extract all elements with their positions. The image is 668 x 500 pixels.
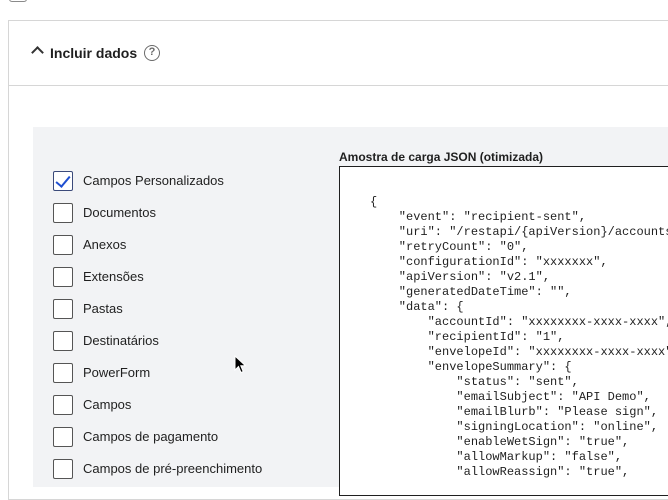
chevron-up-icon[interactable] <box>31 46 44 59</box>
checkbox-label: Documentos <box>83 205 156 220</box>
json-sample-title: Amostra de carga JSON (otimizada) <box>339 150 544 164</box>
checkbox-label: Anexos <box>83 237 127 252</box>
checkbox[interactable] <box>53 459 73 479</box>
checkbox-label: Campos de pagamento <box>83 429 219 444</box>
checkbox[interactable] <box>53 363 73 383</box>
mouse-pointer-icon <box>234 355 247 374</box>
checkbox[interactable] <box>53 299 73 319</box>
checkbox[interactable] <box>53 331 73 351</box>
checkbox-label: Campos Personalizados <box>83 173 224 188</box>
json-sample-box[interactable]: { "event": "recipient-sent", "uri": "/re… <box>339 166 668 496</box>
panel-header[interactable]: Incluir dados ? <box>9 21 668 86</box>
checkbox[interactable] <box>53 267 73 287</box>
checkbox-label: Pastas <box>83 301 123 316</box>
checkbox-label: Campos <box>83 397 132 412</box>
checkbox[interactable] <box>53 395 73 415</box>
checkbox-label: Destinatários <box>83 333 159 348</box>
checkbox[interactable] <box>53 171 73 191</box>
panel-title: Incluir dados <box>50 45 138 61</box>
checkbox-label: Extensões <box>83 269 144 284</box>
help-icon[interactable]: ? <box>144 45 160 61</box>
checkbox-label: PowerForm <box>83 365 151 380</box>
checkbox-label: Campos de pré-preenchimento <box>83 461 263 476</box>
json-sample-code: { "event": "recipient-sent", "uri": "/re… <box>370 195 668 479</box>
content-area: Campos Personalizados Documentos Anexos … <box>33 127 668 496</box>
partial-checkbox[interactable] <box>9 0 27 2</box>
checkbox[interactable] <box>53 235 73 255</box>
checkbox[interactable] <box>53 427 73 447</box>
checkbox[interactable] <box>53 203 73 223</box>
